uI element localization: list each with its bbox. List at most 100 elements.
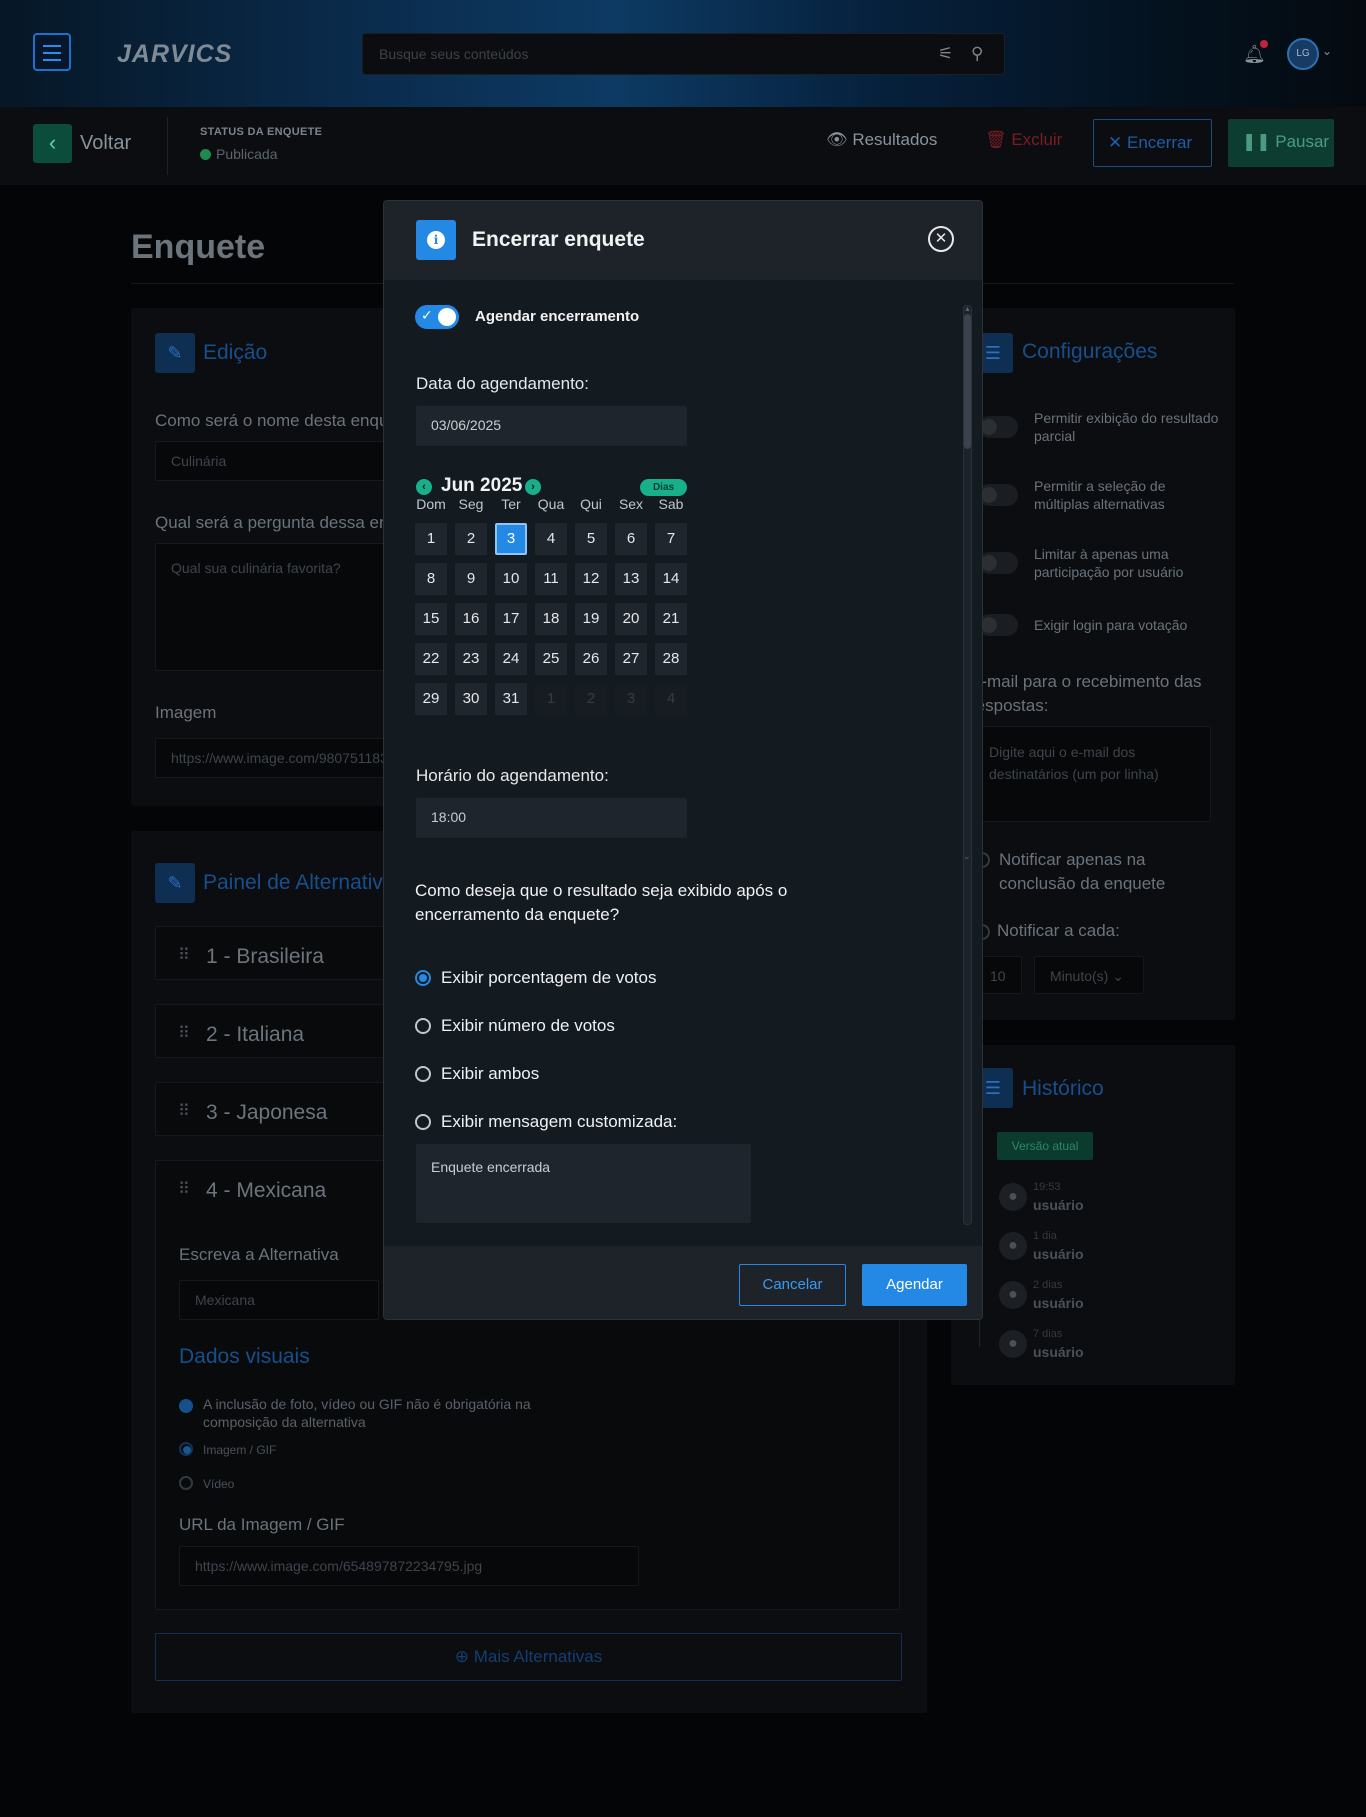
history-time: 19:53 [1033,1181,1061,1193]
calendar-day-27[interactable]: 27 [615,643,647,675]
calendar-day-10[interactable]: 10 [495,563,527,595]
result-display-question: Como deseja que o resultado seja exibido… [415,881,788,924]
question-field[interactable]: Qual sua culinária favorita? [155,543,385,671]
calendar-day-15[interactable]: 15 [415,603,447,635]
calendar-day-30[interactable]: 30 [455,683,487,715]
calendar-day-9[interactable]: 9 [455,563,487,595]
pause-button[interactable]: ❚❚ Pausar [1228,119,1334,167]
search-icon[interactable]: ⚲ [971,44,983,64]
logo[interactable]: JARVICS [117,40,232,69]
calendar-day-25[interactable]: 25 [535,643,567,675]
menu-icon[interactable] [33,33,71,71]
history-user: usuário [1033,1246,1084,1262]
calendar-day-8[interactable]: 8 [415,563,447,595]
calendar-day-20[interactable]: 20 [615,603,647,635]
drag-handle-icon[interactable]: ⠿ [178,945,190,965]
radio-custom-message[interactable] [415,1114,431,1130]
calendar-day-5[interactable]: 5 [575,523,607,555]
schedule-button[interactable]: Agendar [862,1264,967,1306]
close-poll-modal: i Encerrar enquete ✕ ▲ ⌄ ✓ Agendar encer… [383,200,983,1320]
calendar-day-19[interactable]: 19 [575,603,607,635]
filter-icon[interactable]: ⚟ [938,44,953,64]
calendar-day-3[interactable]: 3 [495,523,527,555]
radio-vote-count-label: Exibir número de votos [441,1016,615,1035]
alternative-field[interactable]: Mexicana [179,1280,379,1320]
calendar-day-next-month: 1 [535,683,567,715]
eye-icon: 👁︎ [826,130,848,149]
notify-end-label: Notificar apenas na conclusão da enquete [999,850,1166,893]
delete-button[interactable]: 🗑︎ Excluir [985,130,1062,150]
config-heading: Configurações [1022,340,1158,363]
toggle-single-participation[interactable] [978,552,1018,574]
cancel-button[interactable]: Cancelar [739,1264,846,1306]
user-icon: ● [999,1232,1027,1260]
calendar-day-4[interactable]: 4 [535,523,567,555]
page-title: Enquete [131,228,266,266]
calendar-day-7[interactable]: 7 [655,523,687,555]
drag-handle-icon[interactable]: ⠿ [178,1101,190,1121]
history-user: usuário [1033,1344,1084,1360]
search-input[interactable]: Busque seus conteúdos ⚟ ⚲ [362,33,1005,75]
calendar-day-21[interactable]: 21 [655,603,687,635]
drag-handle-icon[interactable]: ⠿ [178,1179,190,1199]
drag-handle-icon[interactable]: ⠿ [178,1023,190,1043]
weekday-sab: Sab [658,496,684,512]
calendar-day-13[interactable]: 13 [615,563,647,595]
alternatives-heading: Painel de Alternativas [203,871,383,894]
radio-video[interactable] [179,1476,193,1490]
toggle-label: Permitir a seleção de múltiplas alternat… [1034,478,1166,512]
toggle-require-login[interactable] [978,614,1018,636]
add-alternative-button[interactable]: ⊕ Mais Alternativas [155,1633,902,1681]
calendar-day-18[interactable]: 18 [535,603,567,635]
calendar-day-11[interactable]: 11 [535,563,567,595]
toggle-multiple[interactable] [978,484,1018,506]
calendar-day-22[interactable]: 22 [415,643,447,675]
url-label: URL da Imagem / GIF [179,1515,345,1534]
trash-icon: 🗑︎ [985,130,1007,149]
calendar-day-24[interactable]: 24 [495,643,527,675]
calendar-day-16[interactable]: 16 [455,603,487,635]
calendar-day-26[interactable]: 26 [575,643,607,675]
calendar-day-17[interactable]: 17 [495,603,527,635]
email-field[interactable]: Digite aqui o e-mail dos destinatários (… [973,726,1211,822]
radio-image[interactable] [179,1442,193,1456]
toggle-partial-result[interactable] [978,416,1018,438]
calendar-day-31[interactable]: 31 [495,683,527,715]
back-label[interactable]: Voltar [80,132,131,155]
calendar-day-next-month: 3 [615,683,647,715]
time-input[interactable]: 18:00 [416,798,687,838]
calendar-day-12[interactable]: 12 [575,563,607,595]
edit-heading: Edição [203,341,268,364]
chevron-down-icon: ⌄ [1112,968,1124,984]
current-version-badge: Versão atual [997,1132,1093,1160]
chevron-down-icon[interactable]: ⌄ [1322,44,1332,58]
weekday-qua: Qua [537,496,565,512]
radio-both[interactable] [415,1066,431,1082]
calendar-day-6[interactable]: 6 [615,523,647,555]
calendar-day-29[interactable]: 29 [415,683,447,715]
calendar-day-14[interactable]: 14 [655,563,687,595]
radio-vote-count[interactable] [415,1018,431,1034]
back-button[interactable]: ‹ [33,124,72,163]
name-field[interactable]: Culinária [155,441,385,481]
weekday-sex: Sex [618,496,644,512]
calendar-day-28[interactable]: 28 [655,643,687,675]
calendar-grid: Dom Seg Ter Qua Qui Sex Sab 1 2 3 4 5 6 7 8 9 10 11 12 13 14… [384,201,982,761]
url-field[interactable]: https://www.image.com/654897872234795.jp… [179,1546,639,1586]
results-button[interactable]: 👁︎ Resultados [826,130,937,150]
calendar-day-1[interactable]: 1 [415,523,447,555]
notify-unit-select[interactable]: Minuto(s) ⌄ [1034,956,1144,994]
custom-message-textarea[interactable]: Enquete encerrada [416,1144,751,1223]
toggle-label: Limitar à apenas uma participação por us… [1034,546,1184,580]
calendar-day-23[interactable]: 23 [455,643,487,675]
avatar[interactable]: LG [1287,38,1319,70]
pencil-icon: ✎ [155,333,195,373]
radio-percentage[interactable] [415,970,431,986]
image-field[interactable]: https://www.image.com/980751183 [155,738,385,778]
calendar-day-2[interactable]: 2 [455,523,487,555]
scroll-down-icon[interactable]: ⌄ [963,851,971,862]
time-label: Horário do agendamento: [416,766,609,785]
history-time: 1 dia [1033,1230,1057,1242]
radio-image-label: Imagem / GIF [203,1443,277,1457]
close-poll-button[interactable]: ✕ Encerrar [1093,119,1212,167]
